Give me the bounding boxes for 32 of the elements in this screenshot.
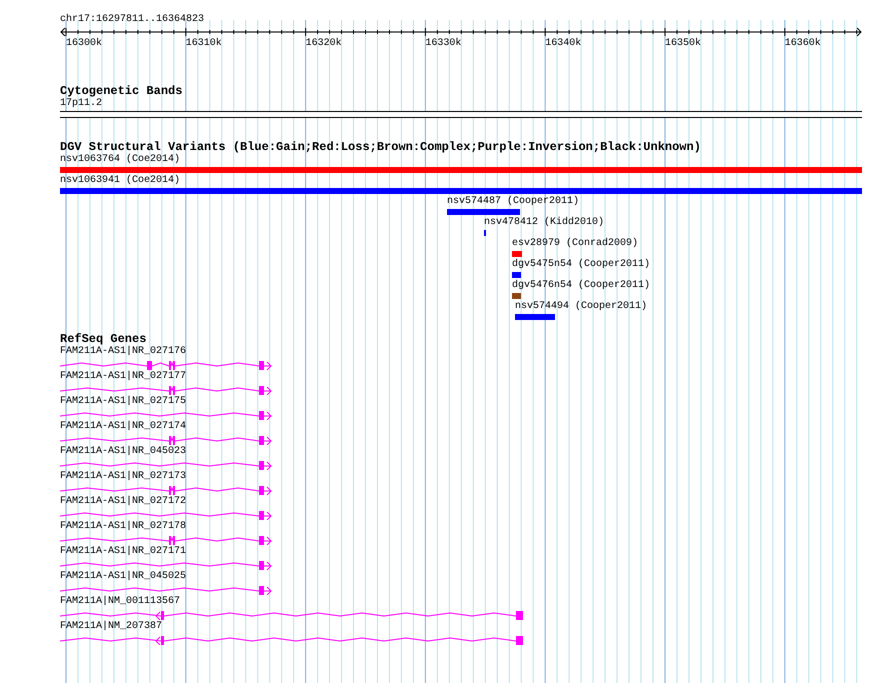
variant-label: nsv1063764 (Coe2014)	[60, 154, 180, 166]
gene-label: FAM211A-AS1|NR_027176	[60, 346, 186, 358]
scale-tick-label: 16310k	[186, 38, 222, 50]
scale-tick-label: 16300k	[66, 38, 102, 50]
gene-label: FAM211A-AS1|NR_027174	[60, 421, 186, 433]
gene-label: FAM211A|NM_001113567	[60, 596, 180, 608]
gene-label: FAM211A-AS1|NR_027171	[60, 546, 186, 558]
gene-label: FAM211A-AS1|NR_045023	[60, 446, 186, 458]
gene-label: FAM211A-AS1|NR_027172	[60, 496, 186, 508]
track-title: RefSeq Genes	[60, 333, 146, 346]
variant-label: esv28979 (Conrad2009)	[512, 238, 638, 250]
track-title: DGV Structural Variants (Blue:Gain;Red:Loss;Brown:Complex;Purple:Inversion;Black:Unknown)	[60, 141, 701, 154]
variant-label: nsv574487 (Cooper2011)	[447, 196, 580, 208]
scale-tick-label: 16350k	[665, 38, 702, 50]
variant-label: dgv5475n54 (Cooper2011)	[512, 259, 650, 271]
gene-label: FAM211A-AS1|NR_045025	[60, 571, 186, 583]
variant-label: nsv1063941 (Coe2014)	[60, 175, 180, 187]
gene-label: FAM211A-AS1|NR_027175	[60, 396, 186, 408]
variant-label: dgv5476n54 (Cooper2011)	[512, 280, 650, 292]
variant-label: nsv478412 (Kidd2010)	[484, 217, 604, 229]
gene-label: FAM211A-AS1|NR_027177	[60, 371, 186, 383]
scale-tick-label: 16320k	[306, 38, 342, 50]
scale-tick-label: 16330k	[425, 38, 462, 50]
gene-label: FAM211A|NM_207387	[60, 621, 162, 633]
band-label: 17p11.2	[60, 98, 102, 110]
gene-label: FAM211A-AS1|NR_027173	[60, 471, 186, 483]
scale-tick-label: 16340k	[545, 38, 582, 50]
scale-tick-label: 16360k	[784, 38, 821, 50]
track-title: Cytogenetic Bands	[60, 85, 182, 98]
gene-label: FAM211A-AS1|NR_027178	[60, 521, 186, 533]
region-label: chr17:16297811..16364823	[60, 14, 204, 26]
variant-label: nsv574494 (Cooper2011)	[515, 301, 648, 313]
